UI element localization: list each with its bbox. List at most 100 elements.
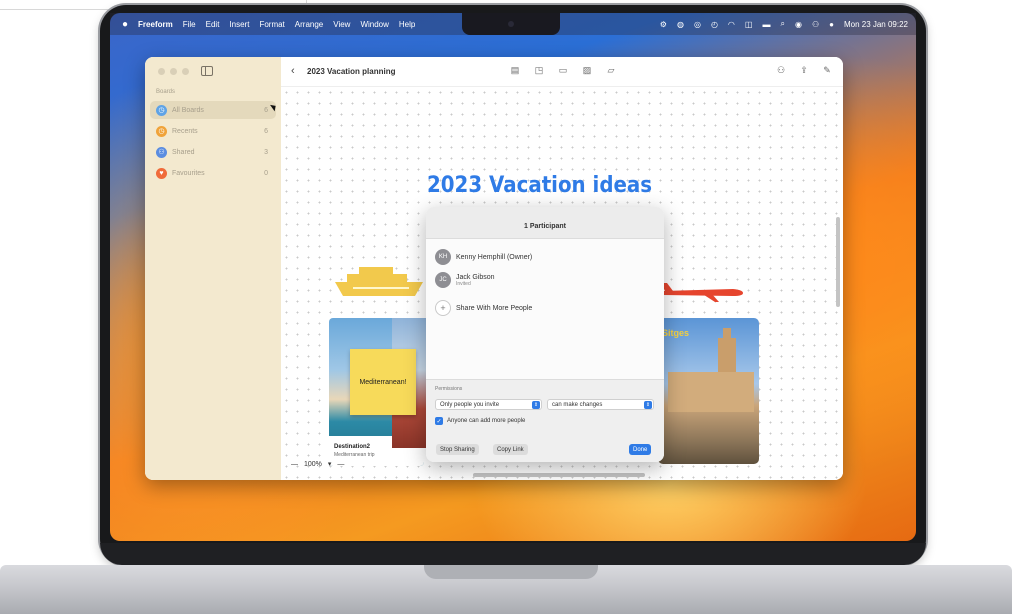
menu-app-name[interactable]: Freeform (138, 20, 173, 29)
menu-file[interactable]: File (183, 20, 196, 29)
menu-bar: ● Freeform File Edit Insert Format Arran… (110, 13, 916, 35)
share-popover: 1 Participant KH Kenny Hemphill (Owner) … (426, 207, 664, 462)
chevron-updown-icon: ⇕ (532, 401, 540, 409)
sidebar-item-shared[interactable]: ⚇ Shared 3 (150, 143, 276, 161)
close-window-button[interactable] (158, 68, 165, 75)
sticky-note[interactable]: Mediterranean! (350, 349, 416, 415)
zoom-window-button[interactable] (182, 68, 189, 75)
cruise-ship-icon[interactable] (333, 264, 425, 298)
shape-icon[interactable]: ◳ (533, 65, 545, 76)
photo-caption: Destination2 (334, 444, 371, 450)
battery-icon[interactable]: ▬ (762, 20, 770, 29)
participant-status: Invited (456, 280, 471, 287)
sidebar-item-label: Shared (172, 148, 195, 156)
user-icon[interactable]: ⚇ (812, 20, 819, 29)
sidebar-toggle-icon[interactable] (201, 66, 213, 76)
menu-edit[interactable]: Edit (206, 20, 220, 29)
participant-name: Jack Gibson (456, 273, 495, 281)
back-chevron-icon[interactable]: ‹ (291, 65, 295, 77)
select-value: Only people you invite (440, 401, 500, 408)
sidebar-item-label: Favourites (172, 169, 205, 177)
permissions-section: Permissions Only people you invite ⇕ can… (426, 379, 664, 437)
insert-tools: ▤ ◳ ▭ ▨ ▱ (509, 65, 617, 76)
board-title-text[interactable]: 2023 Vacation ideas (427, 173, 652, 198)
menu-help[interactable]: Help (399, 20, 415, 29)
status-icon[interactable]: ◎ (694, 20, 701, 29)
permissions-label: Permissions (435, 386, 463, 392)
laptop-chin (100, 543, 926, 565)
board-name: 2023 Vacation planning (307, 67, 396, 76)
compose-icon[interactable]: ✎ (821, 65, 833, 76)
popover-footer: Stop Sharing Copy Link Done (426, 437, 664, 462)
menu-view[interactable]: View (333, 20, 350, 29)
participant-row[interactable]: JC Jack Gibson Invited (435, 272, 495, 288)
building-shape (668, 372, 754, 412)
toolbar-actions: ⚇ ⇪ ✎ (775, 65, 833, 76)
siri-icon[interactable]: ● (829, 20, 834, 29)
vertical-scrollbar[interactable] (836, 217, 840, 307)
zoom-menu-chevron-icon[interactable]: ▾ (328, 460, 332, 468)
share-icon[interactable]: ⇪ (798, 65, 810, 76)
sidebar-item-recents[interactable]: ◷ Recents 6 (150, 122, 276, 140)
menu-arrange[interactable]: Arrange (295, 20, 323, 29)
select-value: can make changes (552, 401, 603, 408)
copy-link-button[interactable]: Copy Link (493, 444, 528, 455)
menu-window[interactable]: Window (360, 20, 388, 29)
sidebar-item-count: 6 (264, 106, 268, 114)
clock-icon: ◷ (156, 104, 167, 116)
done-button[interactable]: Done (629, 444, 652, 455)
popover-header: 1 Participant (426, 207, 664, 239)
sidebar-heading: Boards (156, 89, 176, 95)
sidebar-item-count: 6 (264, 127, 268, 135)
toolbar: ‹ 2023 Vacation planning ▤ ◳ ▭ ▨ ▱ ⚇ ⇪ ✎ (281, 57, 843, 87)
zoom-in-button[interactable]: — (337, 461, 344, 468)
status-icon[interactable]: ◴ (711, 20, 718, 29)
wifi-icon[interactable]: ◠ (728, 20, 735, 29)
status-icon[interactable]: ◍ (677, 20, 684, 29)
participant-row[interactable]: KH Kenny Hemphill (Owner) (435, 249, 532, 265)
sidebar-item-favourites[interactable]: ♥ Favourites 0 (150, 164, 276, 182)
zoom-control: — 100% ▾ — (291, 460, 344, 469)
sidebar: Boards ◷ All Boards 6 ◷ Recents 6 ⚇ Shar… (145, 57, 281, 480)
anyone-can-add-checkbox-row[interactable]: ✓ Anyone can add more people (435, 417, 525, 425)
sidebar-item-label: All Boards (172, 106, 204, 114)
access-level-select[interactable]: can make changes ⇕ (547, 399, 654, 410)
participant-name: Kenny Hemphill (Owner) (456, 253, 533, 261)
zoom-level[interactable]: 100% (304, 461, 322, 468)
sitges-photo[interactable]: Sitges (658, 318, 759, 464)
airplane-icon[interactable] (661, 281, 745, 303)
sidebar-item-label: Recents (172, 127, 198, 135)
photo-subcaption: Mediterranean trip (334, 452, 375, 458)
share-more-label: Share With More People (456, 304, 533, 312)
clock-icon: ◷ (156, 125, 167, 137)
plus-icon[interactable]: + (435, 300, 451, 316)
stop-sharing-button[interactable]: Stop Sharing (436, 444, 479, 455)
status-icon[interactable]: ◫ (745, 20, 753, 29)
sidebar-item-all-boards[interactable]: ◷ All Boards 6 (150, 101, 276, 119)
menu-format[interactable]: Format (259, 20, 284, 29)
minimize-window-button[interactable] (170, 68, 177, 75)
sticky-note-icon[interactable]: ▤ (509, 65, 521, 76)
menu-insert[interactable]: Insert (229, 20, 249, 29)
heart-icon: ♥ (156, 167, 167, 179)
checkbox-checked-icon[interactable]: ✓ (435, 417, 443, 425)
control-center-icon[interactable]: ◉ (795, 20, 802, 29)
sidebar-item-count: 3 (264, 148, 268, 156)
horizontal-scrollbar[interactable] (473, 473, 645, 477)
window-controls (158, 68, 189, 75)
apple-icon[interactable]: ● (122, 19, 128, 30)
people-icon: ⚇ (156, 146, 167, 158)
photo-label: Sitges (662, 328, 690, 338)
who-can-access-select[interactable]: Only people you invite ⇕ (435, 399, 542, 410)
folder-icon[interactable]: ▱ (605, 65, 617, 76)
text-box-icon[interactable]: ▭ (557, 65, 569, 76)
status-icon[interactable]: ⚙ (660, 20, 667, 29)
collaborate-icon[interactable]: ⚇ (775, 65, 787, 76)
clock-text[interactable]: Mon 23 Jan 09:22 (844, 20, 908, 29)
search-icon[interactable]: ⌕ (780, 19, 784, 29)
media-icon[interactable]: ▨ (581, 65, 593, 76)
share-more-row[interactable]: + Share With More People (435, 300, 532, 316)
divider (0, 9, 108, 10)
laptop-base-notch (424, 565, 598, 579)
zoom-out-button[interactable]: — (291, 461, 298, 468)
